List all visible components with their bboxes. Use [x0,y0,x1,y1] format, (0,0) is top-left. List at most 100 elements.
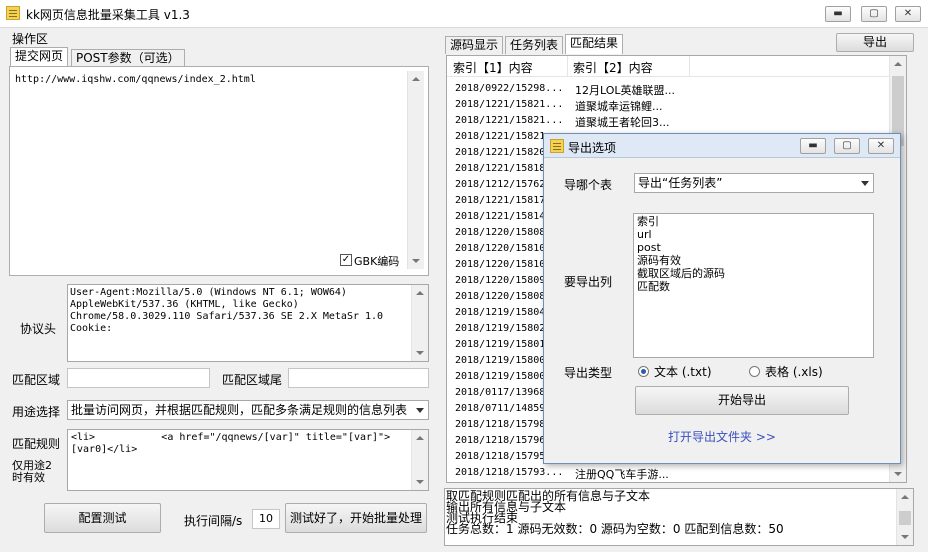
gbk-checkbox[interactable]: ✓ [340,254,352,266]
tab-submit-page[interactable]: 提交网页 [10,47,69,67]
match-region-end-input[interactable] [288,368,429,388]
radio-xls[interactable] [749,366,760,377]
radio-txt[interactable] [638,366,649,377]
row-index1: 2018/1220/15809 [455,275,546,286]
dialog-maximize-button[interactable]: ▢ [834,138,860,154]
scroll-up-icon [416,436,424,440]
table-row[interactable]: 2018/1218/15793... 注册QQ飞车手游... [447,466,891,482]
export-button[interactable]: 导出 [836,33,914,52]
url-scrollbar[interactable] [407,71,424,269]
table-row[interactable]: 2018/1221/15821... 道聚城幸运锦鲤... [447,98,891,114]
list-item[interactable]: url [637,228,870,241]
dialog-minimize-button[interactable]: ▬ [800,138,826,154]
row-index1: 2018/1219/15802 [455,323,546,334]
chevron-down-icon [416,408,424,413]
app-notepad-icon [6,6,20,20]
log-lines: 取匹配规则匹配出的所有信息与子文本 输出所有信息与子文本 测试执行结束 任务总数：1 … [445,489,913,537]
row-index1: 2018/1218/15798 [455,419,546,430]
dialog-title: 导出选项 [568,141,617,155]
tab-source[interactable]: 源码显示 [445,36,504,54]
row-index1: 2018/1219/15800 [455,355,546,366]
log-area[interactable]: 取匹配规则匹配出的所有信息与子文本 输出所有信息与子文本 测试执行结束 任务总数：1 … [444,488,914,546]
column-header-index2[interactable]: 索引【2】内容 [573,59,653,76]
header-text: User-Agent:Mozilla/5.0 (Windows NT 6.1; … [70,287,384,334]
table-row[interactable]: 2018/1221/15821... 道聚城王者轮回3... [447,114,891,130]
row-index1: 2018/0922/15298... [455,83,564,94]
list-item[interactable]: post [637,241,870,254]
chevron-down-icon [861,181,869,186]
row-index1: 2018/1219/15800 [455,371,546,382]
start-batch-button[interactable]: 测试好了，开始批量处理 [285,503,427,533]
purpose-select[interactable]: 批量访问网页，并根据匹配规则，匹配多条满足规则的信息列表 [67,400,429,420]
row-index1: 2018/0711/14859 [455,403,546,414]
list-item[interactable]: 截取区域后的源码 [637,267,870,280]
tab-post-params[interactable]: POST参数（可选） [71,49,185,67]
row-index2: 道聚城王者轮回3... [575,116,670,129]
row-index1: 2018/1221/15814 [455,211,546,222]
match-region-input[interactable] [67,368,210,388]
match-rule-text: <li> <a href="/qqnews/[var]" title="[var… [71,432,391,455]
export-options-dialog: 导出选项 ▬ ▢ ✕ 导哪个表 导出“任务列表” 要导出列 索引 url post 源… [543,133,901,464]
row-index1: 2018/1219/15801 [455,339,546,350]
close-button[interactable]: ✕ [895,6,921,22]
url-text: http://www.iqshw.com/qqnews/index_2.html [15,74,256,85]
gbk-label: GBK编码 [354,255,400,268]
match-rule-label: 匹配规则 [12,437,61,451]
columns-label: 要导出列 [564,275,613,289]
row-index1: 2018/1221/15820 [455,147,546,158]
open-export-folder-link[interactable]: 打开导出文件夹 >> [668,428,776,445]
column-divider [689,56,690,77]
row-index1: 2018/1218/15793... [455,467,564,478]
interval-input[interactable]: 10 [252,509,280,529]
minimize-button[interactable]: ▬ [825,6,851,22]
which-table-label: 导哪个表 [564,178,613,192]
scroll-thumb[interactable] [899,511,911,525]
row-index1: 2018/1220/15808 [455,227,546,238]
list-item[interactable]: 源码有效 [637,254,870,267]
which-table-select[interactable]: 导出“任务列表” [634,173,874,193]
url-textarea[interactable]: http://www.iqshw.com/qqnews/index_2.html [12,70,426,270]
row-index2: 注册QQ飞车手游... [575,468,669,481]
log-line: 任务总数：1 源码无效数：0 源码为空数：0 匹配到信息数：50 [446,522,784,536]
log-scrollbar[interactable] [896,489,913,545]
scroll-up-icon [901,495,909,499]
row-index1: 2018/1218/15796 [455,435,546,446]
row-index1: 2018/1221/15821... [455,115,564,126]
row-index1: 2018/1219/15804 [455,307,546,318]
export-type-label: 导出类型 [564,366,613,380]
scroll-down-icon [416,351,424,355]
tab-match-results[interactable]: 匹配结果 [565,34,624,54]
header-textarea[interactable]: User-Agent:Mozilla/5.0 (Windows NT 6.1; … [67,284,429,362]
row-index2: 12月LOL英雄联盟... [575,84,676,97]
row-index2: 道聚城幸运锦鲤... [575,100,663,113]
tab-task-list[interactable]: 任务列表 [505,36,564,54]
match-rule-textarea[interactable]: <li> <a href="/qqnews/[var]" title="[var… [67,429,429,491]
list-item[interactable]: 匹配数 [637,280,870,293]
scroll-down-icon [901,535,909,539]
match-region-end-label: 匹配区域尾 [222,373,283,387]
row-index1: 2018/1218/15795 [455,451,546,462]
window-title: kk网页信息批量采集工具 v1.3 [26,8,190,22]
maximize-button[interactable]: ▢ [861,6,887,22]
scroll-up-icon [894,62,902,66]
purpose-value: 批量访问网页，并根据匹配规则，匹配多条满足规则的信息列表 [71,403,408,417]
start-export-button[interactable]: 开始导出 [635,386,849,415]
config-test-button[interactable]: 配置测试 [44,503,161,533]
column-divider [567,56,568,77]
submit-page-panel: http://www.iqshw.com/qqnews/index_2.html… [9,66,429,276]
column-header-index1[interactable]: 索引【1】内容 [453,59,533,76]
list-header: 索引【1】内容 索引【2】内容 [447,56,891,77]
match-rule-scrollbar[interactable] [411,430,428,490]
row-index1: 2018/0117/13968 [455,387,546,398]
scroll-up-icon [416,291,424,295]
header-scrollbar[interactable] [411,285,428,361]
header-label: 协议头 [20,322,57,336]
dialog-close-button[interactable]: ✕ [868,138,894,154]
interval-label: 执行间隔/s [184,514,243,528]
list-item[interactable]: 索引 [637,215,870,228]
scroll-down-icon [412,259,420,263]
columns-listbox[interactable]: 索引 url post 源码有效 截取区域后的源码 匹配数 [633,213,874,358]
table-row[interactable]: 2018/0922/15298... 12月LOL英雄联盟... [447,82,891,98]
window-title-bar: kk网页信息批量采集工具 v1.3 ▬ ▢ ✕ [0,0,928,28]
scroll-up-icon [412,77,420,81]
